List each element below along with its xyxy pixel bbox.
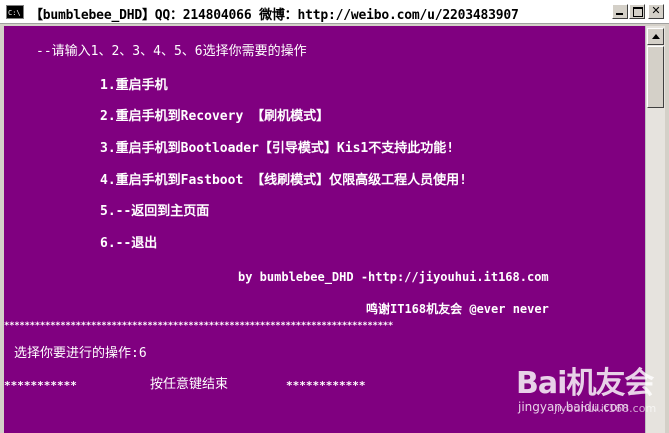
console-window: C:\ 【bumblebee_DHD】QQ：214804066 微博：http:… (0, 0, 669, 433)
arrow-up-icon (652, 34, 660, 39)
console-app-icon[interactable]: C:\ (6, 5, 24, 19)
thanks-line: 鸣谢IT168机友会 @ever never (366, 302, 549, 316)
minimize-button[interactable] (612, 4, 628, 19)
maximize-button[interactable] (629, 4, 645, 19)
scroll-thumb[interactable] (647, 46, 664, 108)
prompt-line: --请输入1、2、3、4、5、6选择你需要的操作 (36, 44, 307, 59)
option-line-2: 2.重启手机到Recovery 【刷机模式】 (100, 109, 330, 124)
credit-line: by bumblebee_DHD -http://jiyouhui.it168.… (238, 270, 549, 284)
window-title: 【bumblebee_DHD】QQ：214804066 微博：http://we… (30, 8, 519, 23)
watermark-brand: Bai机友会 (516, 366, 654, 401)
close-button[interactable]: ✕ (648, 4, 664, 19)
option-line-6: 6.--退出 (100, 236, 158, 251)
minimize-icon (616, 13, 623, 15)
scroll-up-button[interactable] (647, 28, 664, 45)
watermark: Bai机友会 jingyan.baidu.com jiyouhui.it168.… (502, 356, 656, 426)
option-line-3: 3.重启手机到Bootloader【引导模式】Kis1不支持此功能! (100, 141, 455, 156)
watermark-url-secondary: jiyouhui.it168.com (554, 402, 657, 415)
end-stars-left: *********** (4, 379, 77, 392)
end-message: 按任意键结束 (150, 377, 229, 392)
end-stars-right: ************ (286, 379, 366, 392)
option-line-1: 1.重启手机 (100, 78, 168, 93)
close-icon: ✕ (651, 4, 661, 17)
separator-line: ****************************************… (4, 321, 394, 331)
selection-line: 选择你要进行的操作:6 (14, 346, 147, 361)
option-line-4: 4.重启手机到Fastboot 【线刷模式】仅限高级工程人员使用! (100, 173, 467, 188)
option-line-5: 5.--返回到主页面 (100, 204, 210, 219)
maximize-icon (633, 7, 643, 17)
title-bar[interactable]: C:\ 【bumblebee_DHD】QQ：214804066 微博：http:… (0, 0, 669, 24)
